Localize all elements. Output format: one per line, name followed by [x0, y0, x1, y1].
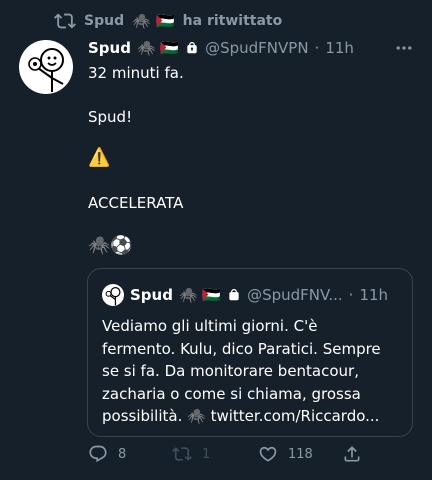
tweet-line-4: ACCELERATA — [88, 194, 184, 212]
stickman-avatar-icon — [105, 287, 121, 306]
quote-avatar — [102, 284, 124, 306]
tweet-header: Spud 🕷️ 🇵🇸 @SpudFNVPN · 11h — [88, 36, 354, 60]
reply-button[interactable]: 8 — [88, 444, 126, 464]
avatar[interactable] — [19, 40, 73, 94]
retweeter-name[interactable]: Spud — [84, 13, 124, 29]
more-icon — [396, 46, 412, 50]
header-separator: · — [314, 39, 320, 57]
heart-icon — [259, 446, 277, 462]
retweet-button[interactable]: 1 — [172, 444, 210, 464]
more-options-button[interactable] — [392, 36, 416, 60]
author-handle[interactable]: @SpudFNVPN — [205, 39, 308, 57]
retweet-icon — [54, 13, 76, 29]
tweet-line-2: Spud! — [88, 108, 133, 126]
reply-icon — [89, 445, 107, 463]
quote-header: Spud 🕷️ 🇵🇸 @SpudFNV... · 11h — [102, 283, 388, 307]
spider-ball-emojis: 🕷️⚽ — [88, 235, 133, 256]
like-button[interactable]: 118 — [258, 444, 313, 464]
quoted-tweet[interactable]: Spud 🕷️ 🇵🇸 @SpudFNV... · 11h Vediamo gli… — [87, 268, 413, 437]
retweet-icon — [172, 447, 192, 461]
quote-author-emojis: 🕷️ 🇵🇸 — [178, 285, 222, 304]
quote-author-handle[interactable]: @SpudFNV... — [247, 286, 343, 304]
quote-line: possibilità. 🕷️ twitter.com/Riccardo... — [102, 407, 380, 425]
quote-author-name[interactable]: Spud — [130, 286, 173, 304]
tweet-line-1: 32 minuti fa. — [88, 64, 184, 82]
tweet-actions: 8 1 118 — [88, 444, 378, 472]
retweet-indicator[interactable]: Spud 🕷️ 🇵🇸 ha ritwittato — [54, 10, 282, 32]
author-emojis: 🕷️ 🇵🇸 — [136, 38, 180, 57]
retweet-suffix: ha ritwittato — [182, 13, 283, 29]
quote-line: se si fa. Da monitorare bentacour, — [102, 362, 359, 380]
like-count: 118 — [288, 446, 313, 462]
lock-icon — [229, 289, 239, 301]
tweet-time[interactable]: 11h — [325, 39, 354, 57]
retweeter-emojis: 🕷️ 🇵🇸 — [132, 11, 175, 30]
quote-line: Vediamo gli ultimi giorni. C'è — [102, 317, 318, 335]
quote-line: fermento. Kulu, dico Paratici. Sempre — [102, 339, 381, 358]
quote-time[interactable]: 11h — [359, 286, 388, 304]
reply-count: 8 — [118, 446, 127, 462]
stickman-avatar-icon — [28, 48, 64, 92]
share-icon — [344, 446, 360, 462]
quote-text: Vediamo gli ultimi giorni. C'è fermento.… — [102, 315, 402, 428]
retweet-count: 1 — [202, 446, 211, 462]
author-name[interactable]: Spud — [88, 39, 131, 57]
lock-icon — [187, 42, 197, 54]
share-button[interactable] — [342, 444, 362, 464]
quote-line: zacharia o come si chiama, grossa — [102, 384, 361, 403]
quote-separator: · — [348, 286, 354, 304]
warning-emoji: ⚠️ — [88, 147, 111, 168]
